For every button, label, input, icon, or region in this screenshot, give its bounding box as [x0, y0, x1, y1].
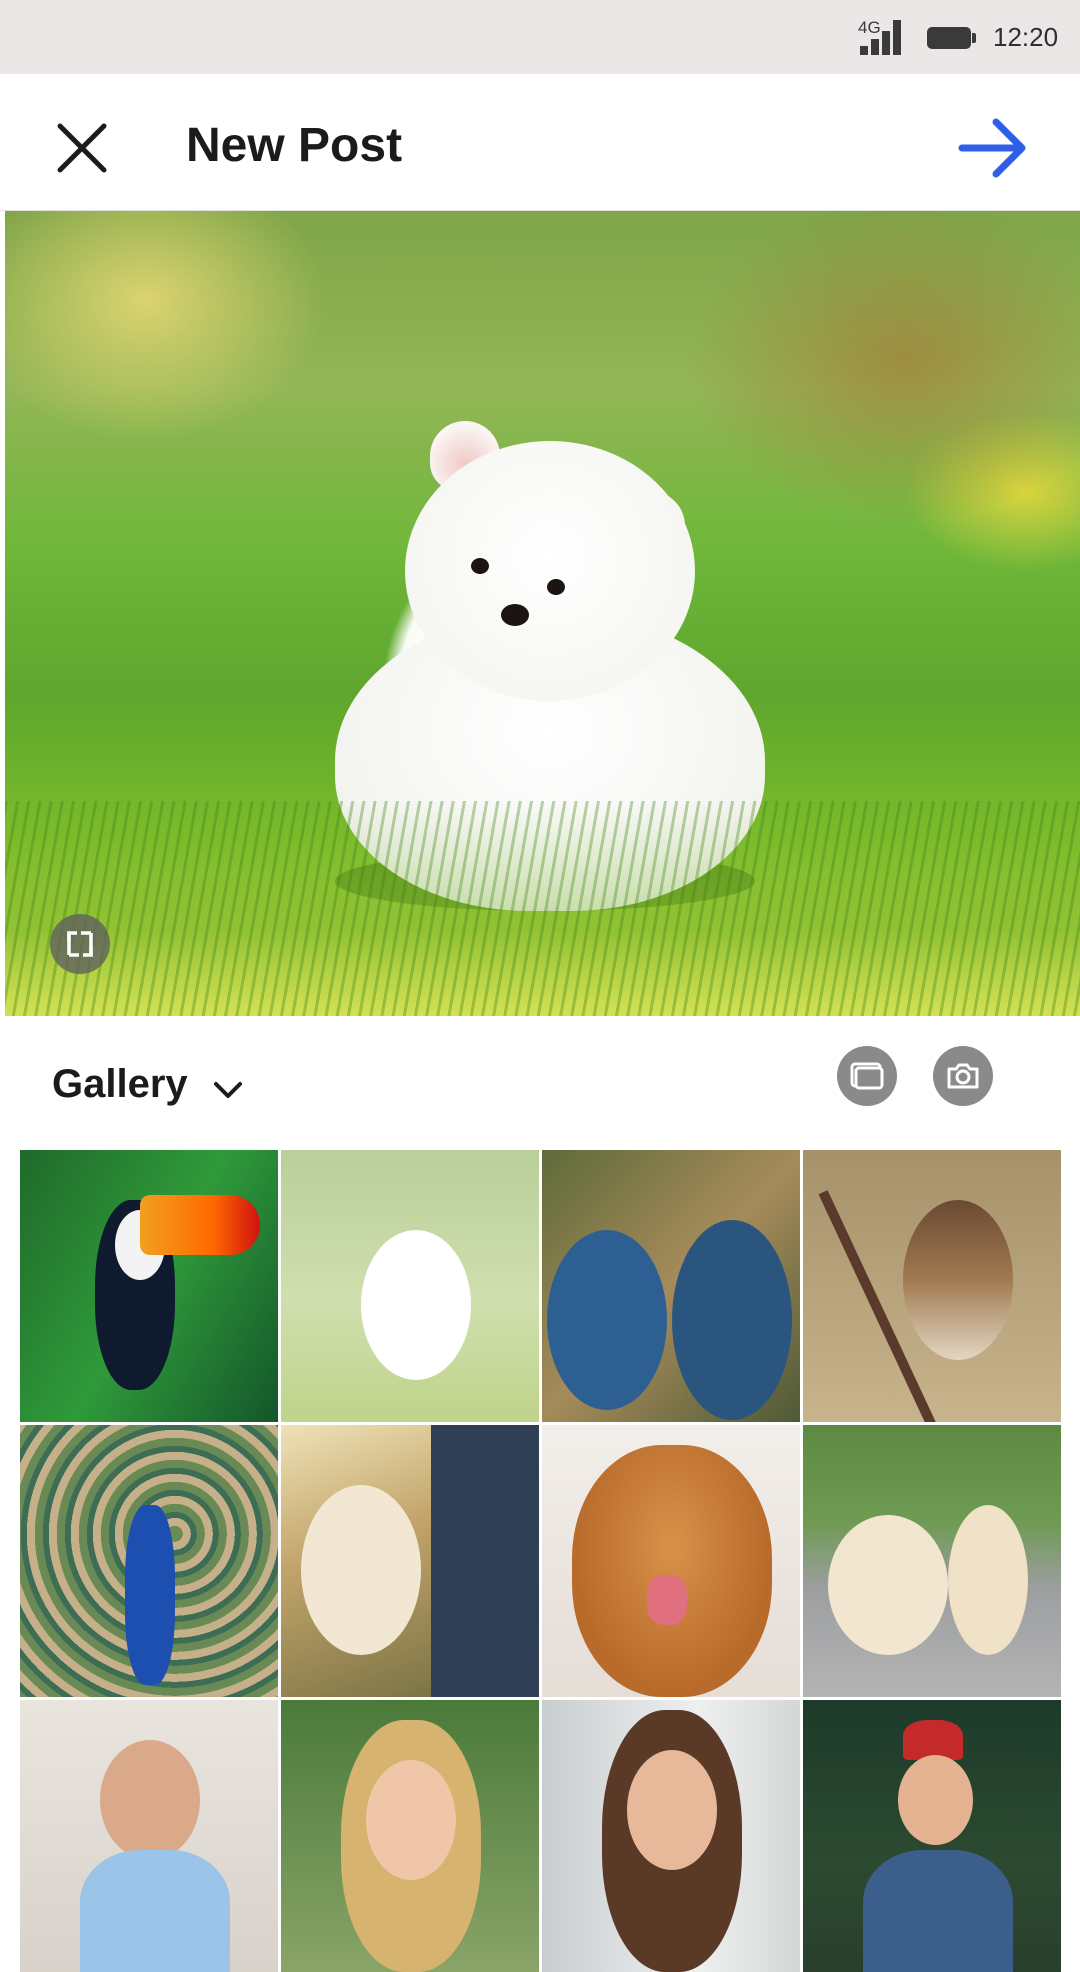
thumbnail-blue-parrots[interactable]: [542, 1150, 800, 1422]
thumbnail-woman-camera[interactable]: [803, 1700, 1061, 1972]
grass-foreground: [5, 801, 1080, 1016]
expand-button[interactable]: [50, 914, 110, 974]
battery-icon: [927, 27, 976, 49]
thumbnail-white-puppy[interactable]: [281, 1150, 539, 1422]
status-bar: 4G 12:20: [0, 0, 1080, 74]
thumbnail-woman-headphones[interactable]: [542, 1700, 800, 1972]
multi-select-button[interactable]: [837, 1046, 897, 1106]
signal-indicator: 4G: [858, 18, 908, 56]
thumbnail-smiling-dog[interactable]: [542, 1425, 800, 1697]
thumbnail-toucan[interactable]: [20, 1150, 278, 1422]
gallery-toolbar: Gallery: [0, 1016, 1080, 1146]
expand-icon: [67, 931, 93, 957]
puppy-eye-left: [471, 558, 489, 574]
camera-button[interactable]: [933, 1046, 993, 1106]
page-title: New Post: [186, 119, 403, 172]
arrow-right-icon: [958, 118, 1026, 178]
signal-icon: [860, 20, 901, 55]
gallery-label: Gallery: [52, 1062, 188, 1106]
puppy-head: [405, 441, 695, 701]
camera-icon: [947, 1063, 979, 1089]
chevron-down-icon: [214, 1082, 242, 1098]
thumbnail-two-dogs[interactable]: [803, 1425, 1061, 1697]
selected-photo-preview[interactable]: [5, 211, 1080, 1016]
app-header: New Post: [0, 74, 1080, 211]
close-icon: [57, 123, 107, 173]
next-button[interactable]: [958, 116, 1030, 180]
gallery-grid: [20, 1150, 1061, 1972]
puppy-eye-right: [547, 579, 565, 595]
thumbnail-peacock[interactable]: [20, 1425, 278, 1697]
thumbnail-blonde-woman[interactable]: [281, 1700, 539, 1972]
multi-select-icon: [850, 1062, 884, 1090]
thumbnail-man-with-dog[interactable]: [281, 1425, 539, 1697]
status-time: 12:20: [993, 22, 1059, 52]
thumbnail-sparrow[interactable]: [803, 1150, 1061, 1422]
puppy-nose: [501, 604, 529, 626]
close-button[interactable]: [52, 118, 112, 178]
thumbnail-woman-waving[interactable]: [20, 1700, 278, 1972]
